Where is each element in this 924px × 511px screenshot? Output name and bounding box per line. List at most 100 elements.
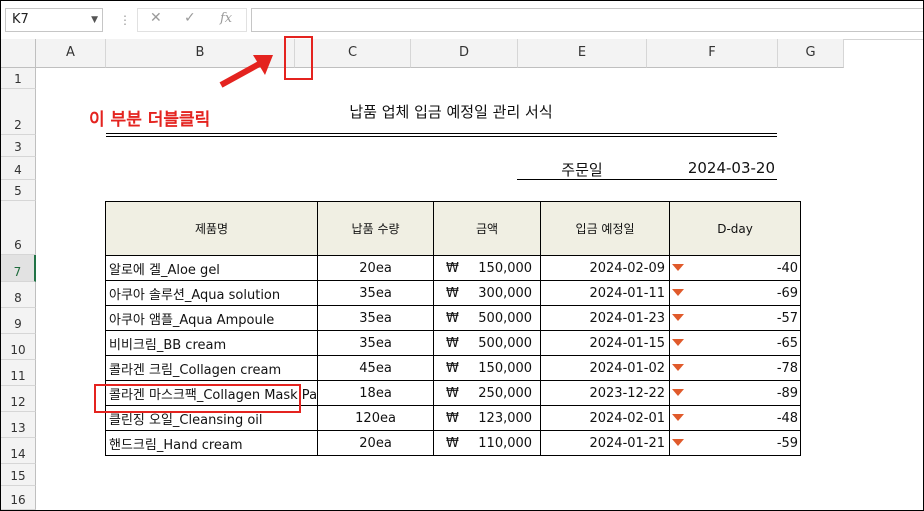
cell-product[interactable]: 아쿠아 앰플_Aqua Ampoule (104, 305, 319, 331)
order-date-label[interactable]: 주문일 (517, 159, 647, 180)
delivery-table: 제품명 납품 수량 금액 입금 예정일 D-day 알로에 겔_Aloe gel… (104, 201, 802, 456)
amount-value: 123,000 (478, 410, 533, 426)
cell-amount[interactable]: ₩250,000 (433, 380, 542, 406)
formula-bar-splitter-icon[interactable]: ⋮ (119, 11, 131, 29)
order-date-underline (517, 179, 777, 180)
cell-product[interactable]: 비비크림_BB cream (104, 330, 319, 356)
cell-product[interactable]: 핸드크림_Hand cream (104, 430, 319, 456)
column-header-f[interactable]: F (647, 39, 778, 68)
cell-amount[interactable]: ₩150,000 (433, 355, 542, 381)
table-row: 아쿠아 앰플_Aqua Ampoule 35ea ₩500,000 2024-01-2… (104, 305, 802, 331)
name-box-value: K7 (12, 12, 29, 27)
cell-payment-date[interactable]: 2024-01-23 (540, 305, 671, 331)
currency-symbol: ₩ (446, 310, 459, 326)
cell-amount[interactable]: ₩300,000 (433, 280, 542, 306)
cell-payment-date[interactable]: 2024-02-09 (540, 255, 671, 281)
cell-quantity[interactable]: 35ea (317, 280, 435, 306)
row-header-3[interactable]: 3 (1, 135, 36, 157)
formula-buttons: ✕ ✓ fx (137, 8, 247, 32)
row-header-14[interactable]: 14 (1, 438, 36, 464)
column-header-e[interactable]: E (518, 39, 647, 68)
cell-quantity[interactable]: 45ea (317, 355, 435, 381)
table-body: 알로에 겔_Aloe gel 20ea ₩150,000 2024-02-09 -40 아… (104, 255, 802, 456)
column-header-d[interactable]: D (411, 39, 518, 68)
cell-quantity[interactable]: 35ea (317, 330, 435, 356)
row-header-12[interactable]: 12 (1, 386, 36, 412)
cell-payment-date[interactable]: 2024-01-02 (540, 355, 671, 381)
cell-payment-date[interactable]: 2023-12-22 (540, 380, 671, 406)
triangle-down-icon (672, 389, 685, 396)
cell-dday[interactable]: -59 (669, 430, 802, 456)
cell-quantity[interactable]: 18ea (317, 380, 435, 406)
amount-value: 150,000 (478, 260, 533, 276)
cell-dday[interactable]: -40 (669, 255, 802, 281)
header-amount[interactable]: 금액 (433, 201, 542, 256)
cell-amount[interactable]: ₩150,000 (433, 255, 542, 281)
excel-window: K7 ▼ ⋮ ✕ ✓ fx A B C D E F G 1 2 3 4 5 6 … (0, 0, 924, 511)
header-payment-date[interactable]: 입금 예정일 (540, 201, 671, 256)
row-header-4[interactable]: 4 (1, 157, 36, 180)
cell-amount[interactable]: ₩500,000 (433, 330, 542, 356)
cell-product[interactable]: 알로에 겔_Aloe gel (104, 255, 319, 281)
row-header-9[interactable]: 9 (1, 308, 36, 334)
currency-symbol: ₩ (446, 260, 459, 276)
column-header-a[interactable]: A (36, 39, 106, 68)
formula-input[interactable] (251, 8, 923, 32)
currency-symbol: ₩ (446, 285, 459, 301)
table-row: 핸드크림_Hand cream 20ea ₩110,000 2024-01-21 -59 (104, 430, 802, 456)
name-box[interactable]: K7 ▼ (5, 8, 103, 32)
table-row: 알로에 겔_Aloe gel 20ea ₩150,000 2024-02-09 -40 (104, 255, 802, 281)
cell-product[interactable]: 아쿠아 솔루션_Aqua solution (104, 280, 319, 306)
cell-dday[interactable]: -69 (669, 280, 802, 306)
row-header-7[interactable]: 7 (1, 255, 36, 282)
cell-quantity[interactable]: 120ea (317, 405, 435, 431)
cell-product[interactable]: 콜라겐 크림_Collagen cream (104, 355, 319, 381)
name-box-dropdown-icon[interactable]: ▼ (91, 9, 98, 31)
cell-payment-date[interactable]: 2024-01-15 (540, 330, 671, 356)
row-header-16[interactable]: 16 (1, 486, 36, 510)
triangle-down-icon (672, 439, 685, 446)
row-header-2[interactable]: 2 (1, 89, 36, 135)
header-product[interactable]: 제품명 (104, 201, 319, 256)
dday-value: -78 (776, 360, 799, 376)
row-header-15[interactable]: 15 (1, 464, 36, 486)
cell-dday[interactable]: -65 (669, 330, 802, 356)
triangle-down-icon (672, 339, 685, 346)
row-header-10[interactable]: 10 (1, 334, 36, 360)
cell-amount[interactable]: ₩123,000 (433, 405, 542, 431)
amount-value: 500,000 (478, 335, 533, 351)
insert-function-icon[interactable]: fx (220, 11, 232, 26)
cell-quantity[interactable]: 35ea (317, 305, 435, 331)
cell-dday[interactable]: -48 (669, 405, 802, 431)
cell-amount[interactable]: ₩110,000 (433, 430, 542, 456)
currency-symbol: ₩ (446, 385, 459, 401)
row-header-13[interactable]: 13 (1, 412, 36, 438)
cell-dday[interactable]: -57 (669, 305, 802, 331)
cell-dday[interactable]: -89 (669, 380, 802, 406)
table-header-row: 제품명 납품 수량 금액 입금 예정일 D-day (104, 201, 802, 256)
row-header-1[interactable]: 1 (1, 68, 36, 89)
title-underline-second (106, 136, 777, 137)
sheet-title[interactable]: 납품 업체 입금 예정일 관리 서식 (301, 101, 601, 122)
cell-payment-date[interactable]: 2024-02-01 (540, 405, 671, 431)
cell-amount[interactable]: ₩500,000 (433, 305, 542, 331)
column-header-g[interactable]: G (778, 39, 844, 68)
cell-payment-date[interactable]: 2024-01-21 (540, 430, 671, 456)
enter-icon[interactable]: ✓ (184, 10, 196, 26)
row-header-11[interactable]: 11 (1, 360, 36, 386)
order-date-value[interactable]: 2024-03-20 (647, 159, 775, 177)
row-header-6[interactable]: 6 (1, 201, 36, 255)
amount-value: 300,000 (478, 285, 533, 301)
dday-value: -59 (776, 435, 799, 451)
cell-quantity[interactable]: 20ea (317, 430, 435, 456)
header-quantity[interactable]: 납품 수량 (317, 201, 435, 256)
row-header-5[interactable]: 5 (1, 180, 36, 201)
currency-symbol: ₩ (446, 360, 459, 376)
cell-dday[interactable]: -78 (669, 355, 802, 381)
row-header-8[interactable]: 8 (1, 282, 36, 308)
cell-quantity[interactable]: 20ea (317, 255, 435, 281)
cell-payment-date[interactable]: 2024-01-11 (540, 280, 671, 306)
select-all-corner[interactable] (1, 39, 36, 68)
header-dday[interactable]: D-day (669, 201, 802, 256)
cancel-icon[interactable]: ✕ (150, 10, 162, 26)
